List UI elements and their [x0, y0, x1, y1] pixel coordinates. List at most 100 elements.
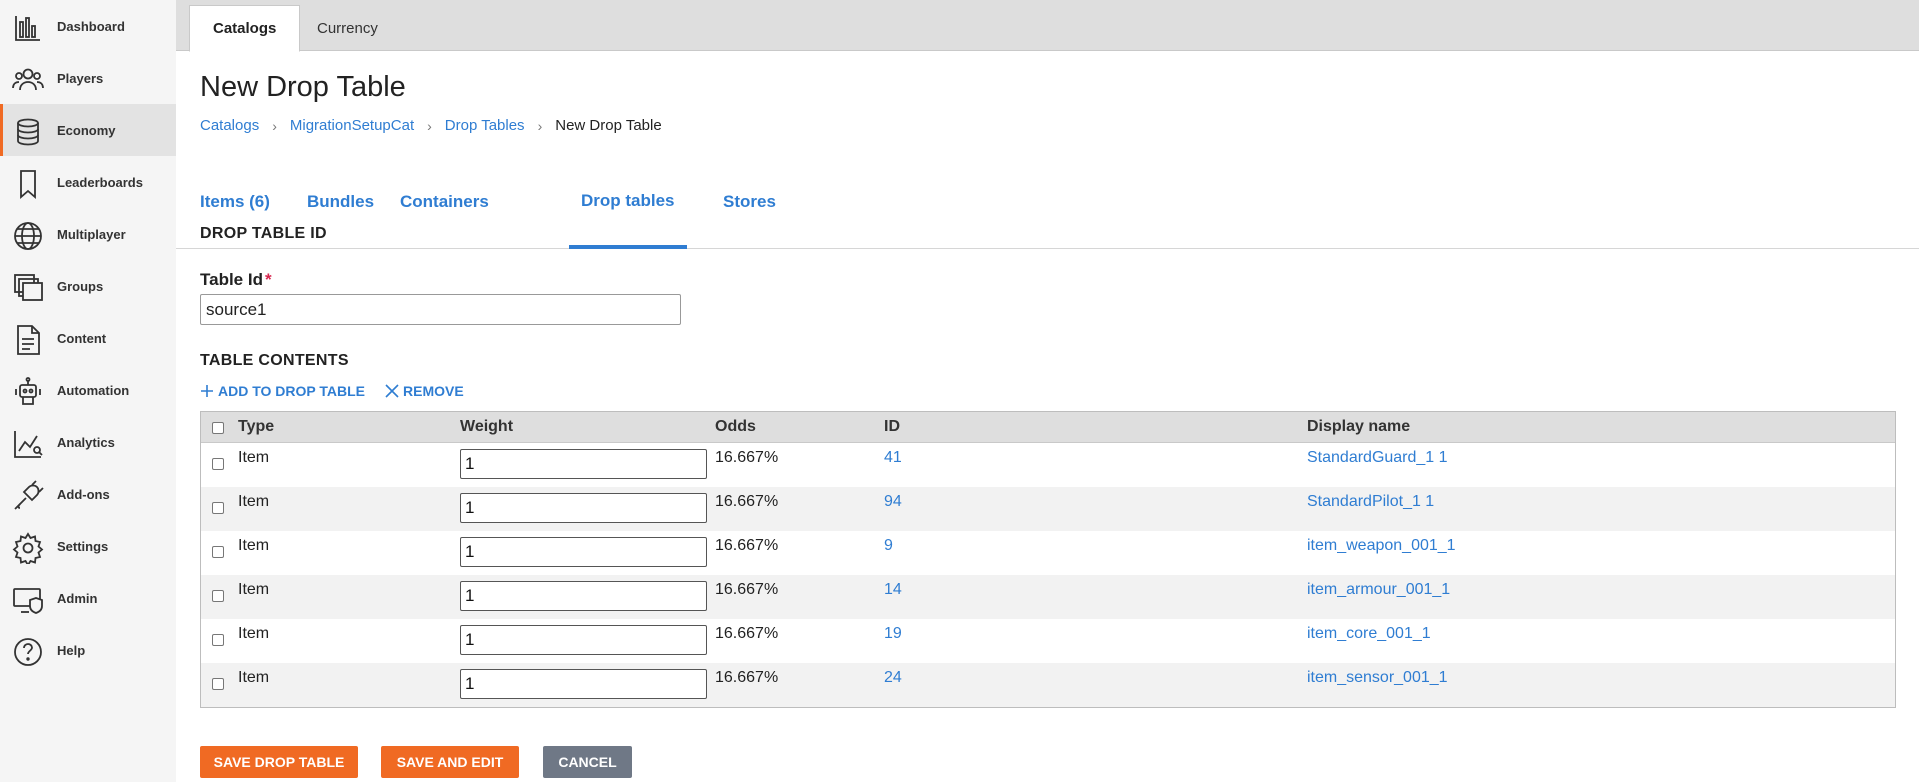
admin-icon: [12, 584, 44, 616]
row-checkbox[interactable]: [212, 546, 224, 558]
cell-odds: 16.667%: [715, 581, 779, 598]
save-and-edit-button[interactable]: SAVE AND EDIT: [381, 746, 519, 778]
sidebar-item-add-ons[interactable]: Add-ons: [0, 468, 176, 520]
close-icon: [385, 384, 399, 398]
add-to-drop-table-button[interactable]: ADD TO DROP TABLE: [200, 383, 365, 399]
tab-containers[interactable]: Containers: [388, 156, 501, 248]
cell-type: Item: [238, 493, 270, 510]
table-header: Type Weight Odds ID Display name: [201, 412, 1895, 443]
dashboard-icon: [12, 12, 44, 44]
add-to-drop-table-label: ADD TO DROP TABLE: [218, 383, 366, 399]
cancel-button[interactable]: CANCEL: [543, 746, 632, 778]
required-mark: *: [264, 270, 272, 289]
sidebar-item-label: Groups: [57, 278, 104, 294]
tab-stores[interactable]: Stores: [711, 156, 788, 248]
sidebar-item-label: Leaderboards: [57, 174, 143, 190]
tab-catalogs[interactable]: Catalogs: [189, 5, 301, 52]
column-header-display-name: Display name: [1307, 418, 1411, 435]
remove-button[interactable]: REMOVE: [385, 383, 464, 399]
column-header-type: Type: [238, 418, 275, 435]
table-id-input[interactable]: [200, 294, 681, 325]
column-header-id: ID: [884, 418, 900, 435]
table-row: Item 16.667% 94 StandardPilot_1 1: [201, 487, 1895, 531]
select-all-checkbox[interactable]: [212, 422, 224, 434]
breadcrumb-link-catalog[interactable]: MigrationSetupCat: [290, 117, 414, 134]
cell-id-link[interactable]: 41: [884, 449, 902, 467]
sidebar-item-label: Help: [57, 642, 86, 658]
chevron-right-icon: ›: [272, 117, 277, 134]
table-id-label: Table Id *: [200, 270, 272, 290]
cell-odds: 16.667%: [715, 493, 779, 510]
save-drop-table-button[interactable]: SAVE DROP TABLE: [200, 746, 358, 778]
cell-odds: 16.667%: [715, 537, 779, 554]
cell-id-link[interactable]: 94: [884, 493, 902, 511]
breadcrumb-link-catalogs[interactable]: Catalogs: [200, 117, 259, 134]
sidebar-item-content[interactable]: Content: [0, 312, 176, 364]
sidebar-item-players[interactable]: Players: [0, 52, 176, 104]
cell-type: Item: [238, 669, 270, 686]
table-row: Item 16.667% 14 item_armour_001_1: [201, 575, 1895, 619]
sidebar-item-label: Players: [57, 70, 104, 86]
cell-display-name-link[interactable]: StandardGuard_1 1: [1307, 449, 1448, 467]
chevron-right-icon: ›: [427, 117, 432, 134]
column-header-odds: Odds: [715, 418, 756, 435]
cell-display-name-link[interactable]: item_weapon_001_1: [1307, 537, 1456, 555]
sidebar-item-label: Analytics: [57, 434, 115, 450]
globe-icon: [12, 220, 44, 252]
top-tab-bar: Catalogs Currency: [176, 0, 1919, 52]
cell-odds: 16.667%: [715, 625, 779, 642]
sidebar-item-analytics[interactable]: Analytics: [0, 416, 176, 468]
sidebar-item-leaderboards[interactable]: Leaderboards: [0, 156, 176, 208]
cell-type: Item: [238, 449, 270, 466]
cell-display-name-link[interactable]: StandardPilot_1 1: [1307, 493, 1434, 511]
content-icon: [12, 324, 44, 356]
breadcrumb-link-drop-tables[interactable]: Drop Tables: [445, 117, 525, 134]
tab-label: Catalogs: [213, 20, 277, 37]
cell-id-link[interactable]: 19: [884, 625, 902, 643]
cell-type: Item: [238, 537, 270, 554]
leaderboards-icon: [12, 168, 44, 200]
cell-type: Item: [238, 625, 270, 642]
robot-icon: [12, 376, 44, 408]
weight-input[interactable]: [460, 493, 707, 523]
sidebar-item-dashboard[interactable]: Dashboard: [0, 0, 176, 52]
table-row: Item 16.667% 41 StandardGuard_1 1: [201, 443, 1895, 487]
sidebar-item-label: Multiplayer: [57, 226, 126, 242]
cell-odds: 16.667%: [715, 449, 779, 466]
sidebar-item-label: Dashboard: [57, 18, 125, 34]
section-title-table-contents: TABLE CONTENTS: [200, 352, 349, 369]
sidebar-item-help[interactable]: Help: [0, 624, 176, 676]
row-checkbox[interactable]: [212, 590, 224, 602]
breadcrumb: Catalogs › MigrationSetupCat › Drop Tabl…: [200, 117, 662, 134]
tab-drop-tables[interactable]: Drop tables: [569, 156, 687, 249]
cell-display-name-link[interactable]: item_armour_001_1: [1307, 581, 1450, 599]
weight-input[interactable]: [460, 449, 707, 479]
cell-display-name-link[interactable]: item_core_001_1: [1307, 625, 1431, 643]
weight-input[interactable]: [460, 581, 707, 611]
table-row: Item 16.667% 19 item_core_001_1: [201, 619, 1895, 663]
cell-id-link[interactable]: 24: [884, 669, 902, 687]
groups-icon: [12, 272, 44, 304]
row-checkbox[interactable]: [212, 678, 224, 690]
weight-input[interactable]: [460, 625, 707, 655]
sidebar: Dashboard Players Economy Leaderboards M…: [0, 0, 176, 782]
cell-id-link[interactable]: 14: [884, 581, 902, 599]
players-icon: [12, 64, 44, 96]
sidebar-item-settings[interactable]: Settings: [0, 520, 176, 572]
weight-input[interactable]: [460, 537, 707, 567]
cell-type: Item: [238, 581, 270, 598]
row-checkbox[interactable]: [212, 502, 224, 514]
sidebar-item-economy[interactable]: Economy: [0, 104, 176, 156]
row-checkbox[interactable]: [212, 634, 224, 646]
cell-id-link[interactable]: 9: [884, 537, 893, 555]
sidebar-item-automation[interactable]: Automation: [0, 364, 176, 416]
cell-display-name-link[interactable]: item_sensor_001_1: [1307, 669, 1448, 687]
sidebar-item-multiplayer[interactable]: Multiplayer: [0, 208, 176, 260]
tab-currency[interactable]: Currency: [294, 5, 401, 52]
sub-tab-bar: Items (6) Bundles Containers Drop tables…: [176, 156, 1919, 249]
sidebar-item-groups[interactable]: Groups: [0, 260, 176, 312]
row-checkbox[interactable]: [212, 458, 224, 470]
weight-input[interactable]: [460, 669, 707, 699]
section-title-drop-table-id: DROP TABLE ID: [200, 225, 327, 242]
sidebar-item-admin[interactable]: Admin: [0, 572, 176, 624]
